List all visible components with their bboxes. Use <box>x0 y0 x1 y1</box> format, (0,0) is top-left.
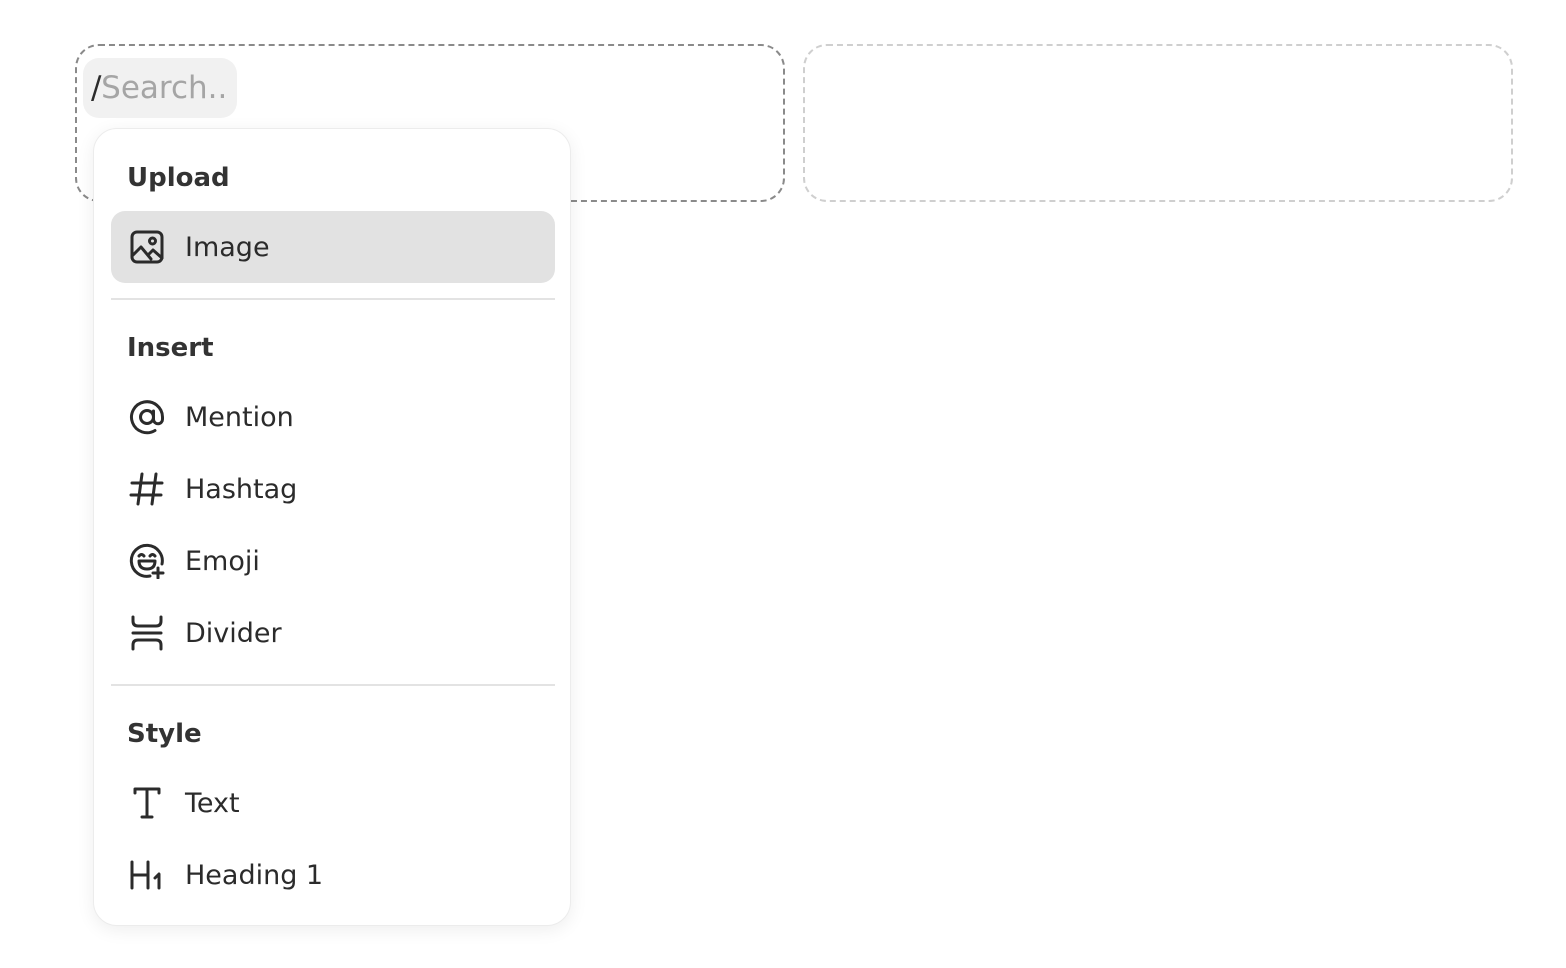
menu-item-text[interactable]: Text <box>111 767 555 839</box>
divider-icon <box>129 615 165 651</box>
slash-command-menu: Upload Image Insert Mention Hashtag Emoj… <box>93 128 571 926</box>
menu-item-label: Emoji <box>185 545 260 577</box>
emoji-add-icon <box>129 543 165 579</box>
menu-item-hashtag[interactable]: Hashtag <box>111 453 555 525</box>
at-sign-icon <box>129 399 165 435</box>
text-icon <box>129 785 165 821</box>
menu-item-mention[interactable]: Mention <box>111 381 555 453</box>
menu-item-label: Hashtag <box>185 473 298 505</box>
group-label-upload: Upload <box>127 163 230 193</box>
menu-divider <box>111 684 555 686</box>
slash-command-search[interactable]: / <box>83 58 237 118</box>
menu-item-label: Text <box>185 787 240 819</box>
group-label-insert: Insert <box>127 333 214 363</box>
heading-1-icon <box>129 857 165 893</box>
slash-search-input[interactable] <box>101 70 230 106</box>
menu-item-heading-1[interactable]: Heading 1 <box>111 839 555 911</box>
group-label-style: Style <box>127 719 202 749</box>
menu-item-label: Divider <box>185 617 282 649</box>
block-dropzone[interactable] <box>803 44 1513 202</box>
hashtag-icon <box>129 471 165 507</box>
slash-prefix: / <box>91 70 102 106</box>
editor-canvas: / Upload Image Insert <box>0 0 1566 968</box>
menu-item-image[interactable]: Image <box>111 211 555 283</box>
menu-divider <box>111 298 555 300</box>
menu-item-label: Heading 1 <box>185 859 324 891</box>
menu-item-label: Mention <box>185 401 294 433</box>
menu-item-divider[interactable]: Divider <box>111 597 555 669</box>
image-icon <box>129 229 165 265</box>
menu-item-emoji[interactable]: Emoji <box>111 525 555 597</box>
menu-item-label: Image <box>185 231 270 263</box>
